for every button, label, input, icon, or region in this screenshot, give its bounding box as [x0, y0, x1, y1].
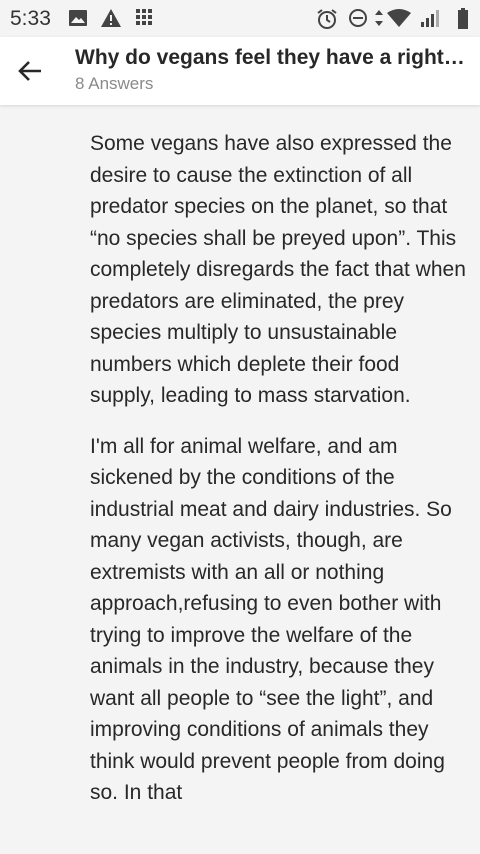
answer-count: 8 Answers [75, 74, 154, 93]
answer-body: Some vegans have also expressed the desi… [90, 128, 466, 828]
app-bar: Why do vegans feel they have a right to … [0, 37, 480, 105]
question-title[interactable]: Why do vegans feel they have a right to … [75, 46, 470, 70]
answer-paragraph: I'm all for animal welfare, and am sicke… [90, 434, 452, 805]
do-not-disturb-icon [348, 8, 368, 33]
back-arrow-icon [18, 61, 41, 81]
status-time: 5:33 [10, 7, 51, 30]
warning-icon [100, 8, 122, 33]
image-notification-icon [68, 8, 88, 33]
battery-icon [457, 8, 469, 35]
wifi-icon [386, 8, 412, 33]
grid-app-icon [135, 8, 153, 31]
alarm-icon [316, 8, 338, 35]
answer-paragraph: Some vegans have also expressed the desi… [90, 132, 466, 407]
data-arrows-icon [374, 8, 384, 33]
cell-signal-icon [420, 8, 442, 33]
back-button[interactable] [10, 51, 50, 91]
status-bar: 5:33 [0, 0, 480, 37]
